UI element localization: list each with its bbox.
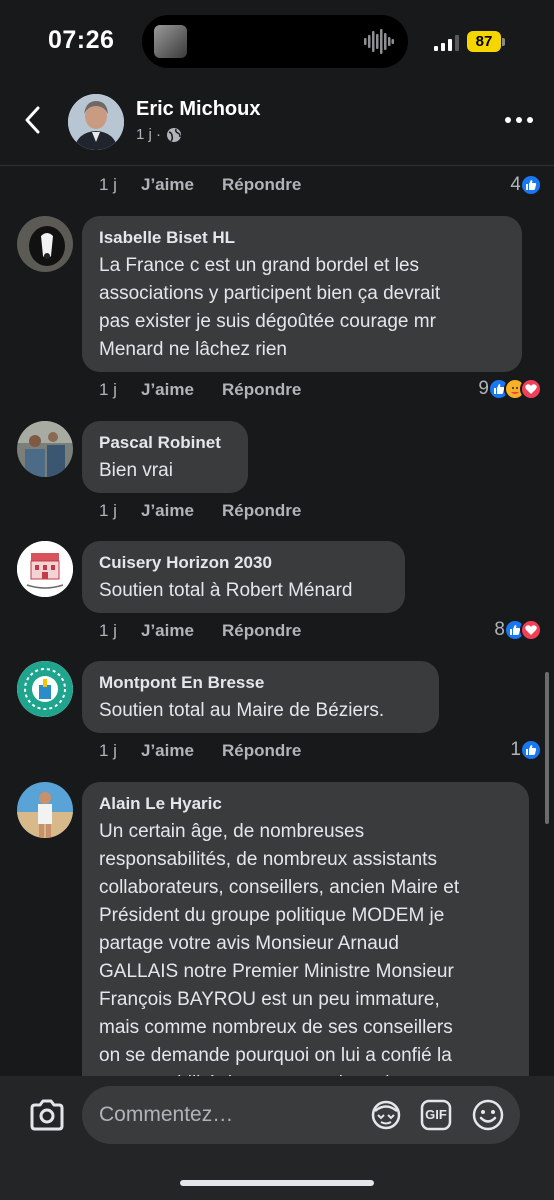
person-portrait-icon <box>68 94 124 150</box>
like-button[interactable]: J’aime <box>141 741 222 761</box>
comments-feed[interactable]: 1 j J’aime Répondre 4 Isabelle Biset HL … <box>0 166 554 1076</box>
commenter-avatar[interactable] <box>17 782 73 838</box>
dog-photo-icon <box>17 216 73 272</box>
comment-text: La France c est un grand bordel et les a… <box>99 255 441 360</box>
group-photo-icon <box>17 421 73 477</box>
reply-button[interactable]: Répondre <box>222 175 301 195</box>
comment-input[interactable]: Commentez… GIF <box>82 1086 520 1144</box>
post-meta: 1 j · <box>136 126 182 143</box>
status-bar: 07:26 87 <box>0 0 554 82</box>
like-button[interactable]: J’aime <box>141 621 222 641</box>
comment-time: 1 j <box>99 621 117 640</box>
reply-button[interactable]: Répondre <box>222 741 301 761</box>
reaction-summary[interactable]: 8 <box>494 617 542 643</box>
comment-time: 1 j <box>99 741 117 760</box>
dynamic-island[interactable] <box>142 15 408 68</box>
comment-text: Soutien total à Robert Ménard <box>99 580 353 601</box>
author-name[interactable]: Eric Michoux <box>136 98 260 121</box>
emoji-icon[interactable] <box>471 1098 505 1132</box>
commenter-avatar[interactable] <box>17 541 73 597</box>
building-logo-icon <box>17 541 73 597</box>
reply-button[interactable]: Répondre <box>222 380 301 400</box>
battery-indicator: 87 <box>467 31 501 52</box>
comment-time: 1 j <box>99 501 117 520</box>
like-button[interactable]: J’aime <box>141 380 222 400</box>
author-avatar[interactable] <box>68 94 124 150</box>
gif-label: GIF <box>425 1107 447 1122</box>
commenter-avatar[interactable] <box>17 216 73 272</box>
commenter-avatar[interactable] <box>17 421 73 477</box>
commenter-name[interactable]: Pascal Robinet <box>99 433 230 453</box>
cellular-signal-icon <box>434 35 459 51</box>
comment-time: 1 j <box>99 175 117 194</box>
commenter-name[interactable]: Alain Le Hyaric <box>99 794 511 814</box>
comment-bubble[interactable]: Cuisery Horizon 2030 Soutien total à Rob… <box>82 541 405 613</box>
now-playing-thumbnail <box>154 25 187 58</box>
globe-icon <box>167 127 182 142</box>
like-reaction-icon <box>520 739 542 761</box>
comment-text: Bien vrai <box>99 460 173 481</box>
home-indicator[interactable] <box>180 1180 374 1186</box>
commenter-name[interactable]: Isabelle Biset HL <box>99 228 504 248</box>
reply-button[interactable]: Répondre <box>222 501 301 521</box>
reaction-summary[interactable]: 9 <box>478 376 542 402</box>
comment-actions: 1 j J’aime Répondre <box>99 378 301 402</box>
more-options-icon[interactable] <box>502 108 536 132</box>
gif-button[interactable]: GIF <box>420 1099 452 1131</box>
post-header: Eric Michoux 1 j · <box>0 82 554 166</box>
reply-button[interactable]: Répondre <box>222 621 301 641</box>
scrollbar[interactable] <box>545 672 549 824</box>
comment-bubble[interactable]: Alain Le Hyaric Un certain âge, de nombr… <box>82 782 529 1076</box>
comment-bubble[interactable]: Pascal Robinet Bien vrai <box>82 421 248 493</box>
back-chevron-icon[interactable] <box>16 102 52 138</box>
battery-tip <box>502 38 505 46</box>
comment-bubble[interactable]: Montpont En Bresse Soutien total au Mair… <box>82 661 439 733</box>
reaction-summary[interactable]: 4 <box>510 172 542 198</box>
peacock-logo-icon <box>17 661 73 717</box>
audio-wave-icon <box>364 29 394 54</box>
commenter-avatar[interactable] <box>17 661 73 717</box>
comment-actions: 1 j J’aime Répondre <box>99 173 301 197</box>
status-time: 07:26 <box>48 26 115 54</box>
love-reaction-icon <box>520 378 542 400</box>
love-reaction-icon <box>520 619 542 641</box>
reaction-summary[interactable]: 1 <box>510 737 542 763</box>
like-reaction-icon <box>520 174 542 196</box>
avatar-sticker-icon[interactable] <box>369 1098 403 1132</box>
like-button[interactable]: J’aime <box>141 175 222 195</box>
comment-text: Soutien total au Maire de Béziers. <box>99 700 385 721</box>
comment-text: Un certain âge, de nombreuses responsabi… <box>99 821 460 1076</box>
commenter-name[interactable]: Montpont En Bresse <box>99 673 421 693</box>
comment-actions: 1 j J’aime Répondre <box>99 499 301 523</box>
comment-input-placeholder: Commentez… <box>99 1103 234 1126</box>
like-button[interactable]: J’aime <box>141 501 222 521</box>
comment-time: 1 j <box>99 380 117 399</box>
comment-actions: 1 j J’aime Répondre <box>99 619 301 643</box>
commenter-name[interactable]: Cuisery Horizon 2030 <box>99 553 387 573</box>
post-time: 1 j · <box>136 126 162 143</box>
comment-actions: 1 j J’aime Répondre <box>99 739 301 763</box>
comment-bubble[interactable]: Isabelle Biset HL La France c est un gra… <box>82 216 522 372</box>
camera-icon[interactable] <box>28 1099 66 1133</box>
beach-photo-icon <box>17 782 73 838</box>
